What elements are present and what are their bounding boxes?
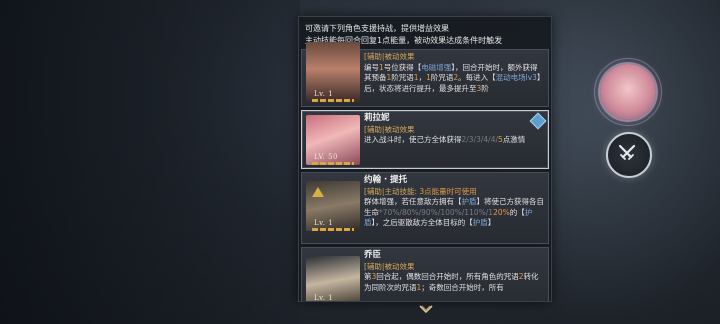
support-card-4[interactable]: Lv. 1 乔臣 [辅助|被动效果 第3回合起，偶数回合开始时，所有角色的咒语2… <box>301 247 549 302</box>
desc-segment: 】 <box>487 218 496 227</box>
support-portrait-2: LV. 50 <box>306 115 360 165</box>
chevron-down-icon[interactable] <box>419 305 433 315</box>
desc-segment: 20% <box>493 207 510 217</box>
desc-segment: 第 <box>364 272 372 281</box>
support-portrait-1: Lv. 1 <box>306 42 360 102</box>
desc-segment: 的【 <box>509 207 525 217</box>
desc-segment: 群体增强，若任意敌方拥有【 <box>364 197 462 206</box>
support-desc-2: 进入战斗时，使己方全体获得2/3/3/4/4/5点激情 <box>364 135 544 146</box>
crossed-swords-button[interactable] <box>606 132 652 178</box>
support-level-3: Lv. 1 <box>314 219 334 227</box>
support-list-panel[interactable]: 可邀请下列角色支援持战，提供增益效果 主动技能每回合回复1点能量，被动效果达成条… <box>298 16 552 302</box>
support-tag-1: [辅助|被动效果 <box>364 52 415 61</box>
support-tag-3-main: [辅助|主动技能: <box>364 186 420 196</box>
rarity-stars <box>312 99 354 102</box>
desc-segment: 阶 <box>481 83 489 93</box>
desc-segment: ；奇数回合开始时，所有 <box>421 282 504 292</box>
support-desc-1: 编号1号位获得【电磁增强】，回合开始时，额外获得其预备1阶咒语1，1阶咒语2。每… <box>364 63 544 95</box>
support-portrait-3: Lv. 1 <box>306 181 360 231</box>
desc-segment: 回合起，偶数回合开始时，所有角色的咒语 <box>376 272 519 281</box>
rarity-stars <box>312 228 354 231</box>
support-name-4: 乔臣 <box>364 250 382 260</box>
selected-support-avatar[interactable] <box>594 58 662 126</box>
desc-segment: 护盾 <box>461 197 477 206</box>
support-card-3[interactable]: Lv. 1 约翰 · 提托 [辅助|主动技能: 3点能量时可使用 群体增强，若任… <box>301 172 549 244</box>
desc-segment: 护盾 <box>472 218 488 227</box>
support-level-1: Lv. 1 <box>314 90 334 98</box>
desc-segment: 阶咒语 <box>430 73 454 82</box>
support-level-4: Lv. 1 <box>314 294 334 302</box>
desc-segment: 进入战斗时，使己方全体获得 <box>364 135 462 144</box>
desc-segment: 2/3/3/4/4/ <box>461 135 499 144</box>
support-info-3: 约翰 · 提托 [辅助|主动技能: 3点能量时可使用 群体增强，若任意敌方拥有【… <box>364 175 544 229</box>
desc-segment: 】，之后驱散敌方全体目标的【 <box>371 218 473 227</box>
desc-segment: 混动电场lv3 <box>495 73 537 82</box>
intro-line-1: 可邀请下列角色支援持战，提供增益效果 <box>305 24 449 33</box>
crossed-swords-icon <box>618 144 636 160</box>
desc-segment: 。每进入【 <box>458 73 496 82</box>
desc-segment: 电磁增强 <box>421 62 452 72</box>
desc-segment: ， <box>418 73 427 82</box>
support-tag-4: [辅助|被动效果 <box>364 261 415 271</box>
desc-segment: 号位获得【 <box>383 62 422 72</box>
support-tag-3-extra: 3点能量时可使用 <box>419 186 477 196</box>
support-tag-3: [辅助|主动技能: 3点能量时可使用 <box>364 187 544 198</box>
support-card-2[interactable]: LV. 50 莉拉妮 [辅助|被动效果 进入战斗时，使己方全体获得2/3/3/4… <box>301 110 549 169</box>
background-left-shade <box>0 0 300 324</box>
support-name-2: 莉拉妮 <box>364 113 390 123</box>
support-level-2: LV. 50 <box>314 153 339 161</box>
support-card-1[interactable]: Lv. 1 [辅助|被动效果 编号1号位获得【电磁增强】，回合开始时，额外获得其… <box>301 42 549 107</box>
rarity-stars <box>312 162 354 165</box>
support-tag-2: [辅助|被动效果 <box>364 124 415 134</box>
desc-segment: *70%/80%/90%/100%/110%/1 <box>379 207 494 217</box>
support-info-4: 乔臣 [辅助|被动效果 第3回合起，偶数回合开始时，所有角色的咒语2转化为同阶次… <box>364 250 544 293</box>
desc-segment: 编号 <box>364 62 379 72</box>
support-name-3: 约翰 · 提托 <box>364 175 408 185</box>
support-desc-4: 第3回合起，偶数回合开始时，所有角色的咒语2转化为同阶次的咒语1；奇数回合开始时… <box>364 272 544 293</box>
desc-segment: 点激情 <box>502 135 526 144</box>
support-info-1: [辅助|被动效果 编号1号位获得【电磁增强】，回合开始时，额外获得其预备1阶咒语… <box>364 52 544 94</box>
support-portrait-4: Lv. 1 <box>306 256 360 302</box>
role-triangle-icon <box>312 187 324 197</box>
support-info-2: 莉拉妮 [辅助|被动效果 进入战斗时，使己方全体获得2/3/3/4/4/5点激情 <box>364 113 544 146</box>
desc-segment: 阶咒语 <box>391 73 414 82</box>
support-desc-3: 群体增强，若任意敌方拥有【护盾】将使己方获得各自生命*70%/80%/90%/1… <box>364 197 544 229</box>
